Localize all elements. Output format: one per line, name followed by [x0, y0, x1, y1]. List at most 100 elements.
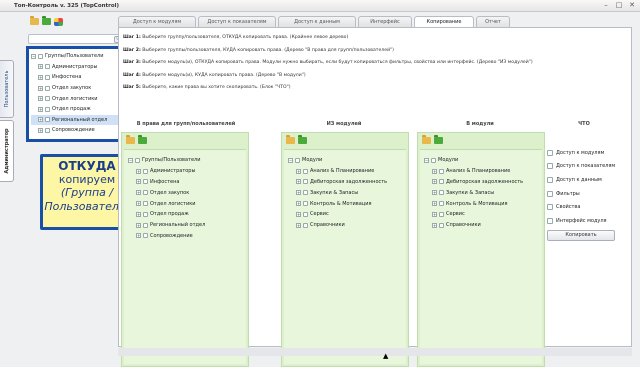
checkbox[interactable] [143, 190, 148, 196]
tree-item[interactable]: + Справочники [288, 220, 402, 231]
tree-item[interactable]: + Закупки & Запасы [288, 187, 402, 198]
expand-icon[interactable]: + [38, 64, 43, 70]
expand-icon[interactable]: + [432, 211, 437, 217]
refresh-icon[interactable] [54, 18, 63, 26]
checkbox[interactable] [547, 176, 553, 183]
maximize-icon[interactable]: □ [615, 2, 623, 9]
tree-item[interactable]: + Закупки & Запасы [424, 187, 538, 198]
checkbox[interactable] [38, 53, 43, 59]
checkbox[interactable] [143, 211, 148, 217]
checkbox[interactable] [439, 201, 444, 207]
collapse-icon[interactable]: − [288, 157, 293, 163]
expand-icon[interactable]: + [38, 117, 43, 123]
open-folder-icon[interactable] [30, 16, 39, 25]
checkbox[interactable] [303, 211, 308, 217]
tree-item[interactable]: + Сопровождение [128, 231, 242, 242]
expand-icon[interactable]: + [432, 222, 437, 228]
checkbox[interactable] [143, 201, 148, 207]
checkbox[interactable] [45, 96, 50, 102]
checkbox[interactable] [45, 117, 50, 123]
checkbox[interactable] [135, 157, 140, 163]
tree-item[interactable]: + Отдел закупок [31, 83, 123, 94]
tree-item[interactable]: + Отдел логистики [31, 93, 123, 104]
tree-root[interactable]: − Модули [424, 155, 538, 166]
green-folder-icon[interactable] [42, 16, 51, 25]
expand-icon[interactable]: + [136, 190, 141, 196]
checkbox[interactable] [547, 204, 553, 211]
tree-item[interactable]: + Контроль & Мотивация [288, 198, 402, 209]
tab-data-access[interactable]: Доступ к данным [278, 16, 356, 27]
checkbox[interactable] [439, 190, 444, 196]
tree-item[interactable]: + Отдел продаж [128, 209, 242, 220]
expand-icon[interactable]: + [432, 190, 437, 196]
checkbox[interactable] [547, 217, 553, 224]
collapse-icon[interactable]: − [424, 157, 429, 163]
open-folder-icon[interactable] [422, 135, 431, 144]
tree-item[interactable]: + Инфостена [31, 72, 123, 83]
expand-icon[interactable]: + [38, 85, 43, 91]
checkbox[interactable] [547, 163, 553, 170]
tab-report[interactable]: Отчет [476, 16, 510, 27]
tree-item[interactable]: + Региональный отдел [128, 220, 242, 231]
expand-icon[interactable]: + [136, 201, 141, 207]
expand-icon[interactable]: + [432, 179, 437, 185]
expand-icon[interactable]: + [296, 168, 301, 174]
tree-item[interactable]: + Сервис [288, 209, 402, 220]
tree-root[interactable]: − Группы/Пользователи [31, 51, 123, 62]
green-folder-icon[interactable] [138, 135, 147, 144]
tree-item[interactable]: + Администраторы [128, 166, 242, 177]
tree-item[interactable]: + Анализ & Планирование [424, 166, 538, 177]
checkbox[interactable] [45, 106, 50, 112]
tree-item[interactable]: + Анализ & Планирование [288, 166, 402, 177]
checkbox[interactable] [303, 222, 308, 228]
expand-icon[interactable]: + [136, 233, 141, 239]
checkbox[interactable] [45, 85, 50, 91]
tree-item[interactable]: + Администраторы [31, 62, 123, 73]
checkbox[interactable] [45, 127, 50, 133]
expand-icon[interactable]: + [38, 106, 43, 112]
expand-icon[interactable]: + [136, 168, 141, 174]
tree-item[interactable]: + Дебиторская задолженность [288, 177, 402, 188]
checkbox[interactable] [45, 64, 50, 70]
checkbox[interactable] [431, 157, 436, 163]
checkbox[interactable] [303, 190, 308, 196]
checkbox[interactable] [439, 222, 444, 228]
expand-icon[interactable]: + [38, 74, 43, 80]
checkbox[interactable] [547, 149, 553, 156]
expand-icon[interactable]: + [136, 179, 141, 185]
checkbox[interactable] [303, 168, 308, 174]
tab-indicator-access[interactable]: Доступ к показателям [198, 16, 276, 27]
search-input[interactable]: 🔍 [28, 34, 128, 44]
expand-icon[interactable]: + [136, 211, 141, 217]
green-folder-icon[interactable] [434, 135, 443, 144]
collapse-icon[interactable]: − [31, 53, 36, 59]
tree-item[interactable]: + Сервис [424, 209, 538, 220]
tree-item[interactable]: + Справочники [424, 220, 538, 231]
copy-button[interactable]: Копировать [547, 229, 615, 241]
tree-item-selected[interactable]: + Региональный отдел [31, 114, 123, 126]
expand-icon[interactable]: + [136, 222, 141, 228]
option-properties[interactable]: Свойства [547, 200, 627, 214]
collapse-icon[interactable]: − [128, 157, 133, 163]
checkbox[interactable] [143, 233, 148, 239]
option-filters[interactable]: Фильтры [547, 187, 627, 201]
expand-icon[interactable]: + [296, 211, 301, 217]
checkbox[interactable] [143, 222, 148, 228]
tab-admin[interactable]: Администратор [0, 120, 14, 182]
checkbox[interactable] [303, 201, 308, 207]
checkbox[interactable] [45, 74, 50, 80]
expand-icon[interactable]: + [432, 168, 437, 174]
option-module-access[interactable]: Доступ к модулям [547, 146, 627, 160]
tree-item[interactable]: + Отдел закупок [128, 187, 242, 198]
green-folder-icon[interactable] [298, 135, 307, 144]
tree-item[interactable]: + Инфостена [128, 177, 242, 188]
tab-user[interactable]: Пользователь [0, 60, 14, 118]
close-icon[interactable]: ✕ [628, 2, 636, 9]
option-module-interface[interactable]: Интерфейс модуля [547, 214, 627, 228]
minimize-icon[interactable]: – [602, 2, 610, 9]
checkbox[interactable] [303, 179, 308, 185]
expand-icon[interactable]: + [296, 179, 301, 185]
expand-icon[interactable]: + [296, 222, 301, 228]
tree-item[interactable]: + Контроль & Мотивация [424, 198, 538, 209]
tree-item[interactable]: + Отдел продаж [31, 104, 123, 115]
